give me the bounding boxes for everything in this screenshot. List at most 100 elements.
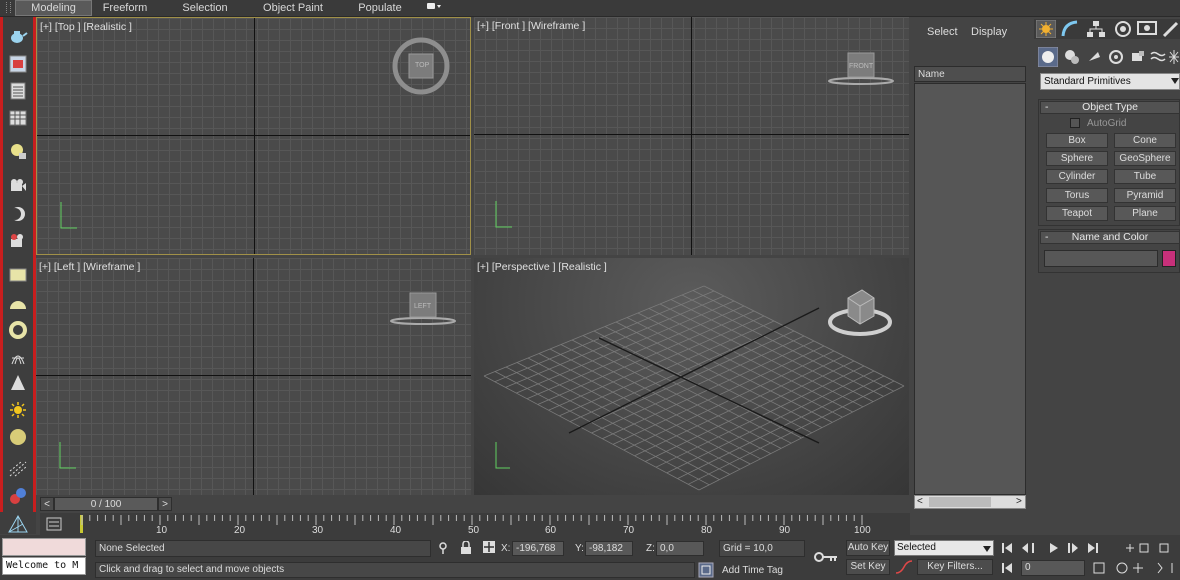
image-icon[interactable] (7, 53, 28, 74)
track-view-icon[interactable] (46, 517, 62, 531)
tab-freeform[interactable]: Freeform (95, 1, 155, 15)
explorer-scrollbar[interactable]: < > (914, 495, 1026, 509)
object-type-header[interactable]: - Object Type (1040, 101, 1180, 114)
tube-button[interactable]: Tube (1114, 169, 1176, 184)
scroll-thumb[interactable] (929, 497, 991, 507)
camera-icon[interactable] (7, 175, 28, 196)
time-prev-icon[interactable]: < (40, 497, 54, 511)
viewport-top[interactable]: [+] [Top ] [Realistic ] TOP (36, 17, 471, 255)
video-camera-icon[interactable] (7, 230, 28, 251)
playback-controls[interactable] (1000, 541, 1180, 555)
systems-icon[interactable] (1168, 49, 1180, 65)
viewport-left-label[interactable]: [+] [Left ] [Wireframe ] (39, 261, 140, 273)
time-next-icon[interactable]: > (158, 497, 172, 511)
sun-icon[interactable] (7, 399, 28, 420)
time-slider[interactable]: < 0 / 100 > (40, 495, 910, 513)
cylinder-button[interactable]: Cylinder (1046, 169, 1108, 184)
table-icon[interactable] (7, 107, 28, 128)
key-filters-button[interactable]: Key Filters... (917, 559, 993, 575)
auto-key-button[interactable]: Auto Key (846, 540, 890, 556)
object-name-input[interactable] (1044, 250, 1158, 267)
material-sphere-icon[interactable] (7, 485, 28, 506)
ribbon-grip[interactable] (6, 2, 11, 13)
scroll-left-icon[interactable]: < (917, 496, 923, 507)
y-coordinate-field[interactable]: -98,182 (585, 541, 633, 556)
pyramid-button[interactable]: Pyramid (1114, 188, 1176, 203)
hemisphere-icon[interactable] (7, 292, 28, 313)
explorer-tab-select[interactable]: Select (927, 26, 958, 38)
maxscript-mini-listener[interactable] (2, 538, 86, 556)
key-mode-dropdown[interactable]: Selected (894, 540, 994, 556)
helper-icon[interactable] (7, 513, 28, 534)
cone-icon[interactable] (7, 372, 28, 393)
track-bar[interactable]: 10 20 30 40 50 60 70 80 90 100 (40, 513, 910, 536)
utilities-tab-icon[interactable] (1161, 20, 1180, 38)
viewport-navigation-controls[interactable] (1092, 560, 1180, 576)
teapot-button[interactable]: Teapot (1046, 206, 1108, 221)
viewport-left[interactable]: [+] [Left ] [Wireframe ] LEFT (36, 258, 471, 495)
cone-button[interactable]: Cone (1114, 133, 1176, 148)
isolate-icon[interactable] (438, 541, 448, 555)
box-button[interactable]: Box (1046, 133, 1108, 148)
helpers-icon[interactable] (1130, 49, 1146, 65)
torus-icon[interactable] (7, 319, 28, 340)
cage-icon[interactable] (7, 346, 28, 367)
explorer-name-header[interactable]: Name (914, 66, 1026, 82)
document-icon[interactable] (7, 80, 28, 101)
transform-mode-icon[interactable] (482, 540, 496, 554)
display-tab-icon[interactable] (1137, 20, 1157, 38)
autogrid-checkbox[interactable] (1070, 118, 1080, 128)
collapse-icon: - (1045, 101, 1049, 113)
plane-button[interactable]: Plane (1114, 206, 1176, 221)
z-coordinate-field[interactable]: 0,0 (656, 541, 704, 556)
selection-status: None Selected (95, 540, 431, 557)
lights-icon[interactable] (1086, 49, 1102, 65)
ribbon-options-icon[interactable] (424, 1, 444, 15)
viewport-top-label[interactable]: [+] [Top ] [Realistic ] (40, 21, 132, 33)
space-warps-icon[interactable] (1150, 49, 1166, 65)
lock-icon[interactable] (460, 541, 472, 555)
name-color-header[interactable]: - Name and Color (1040, 231, 1180, 244)
plane-object-icon[interactable] (7, 264, 28, 285)
object-color-swatch[interactable] (1162, 250, 1176, 267)
x-coordinate-field[interactable]: -196,768 (512, 541, 564, 556)
explorer-tab-display[interactable]: Display (971, 26, 1007, 38)
autogrid-label: AutoGrid (1087, 118, 1127, 129)
teapot-icon[interactable] (7, 25, 28, 46)
category-dropdown[interactable]: Standard Primitives (1040, 73, 1180, 90)
time-tag-icon[interactable] (698, 562, 714, 578)
cameras-icon[interactable] (1108, 49, 1124, 65)
particles-icon[interactable] (7, 458, 28, 479)
geosphere-button[interactable]: GeoSphere (1114, 151, 1176, 166)
tab-modeling[interactable]: Modeling (15, 0, 92, 16)
add-time-tag-button[interactable]: Add Time Tag (722, 565, 783, 576)
modify-tab-icon[interactable] (1060, 20, 1080, 38)
hierarchy-tab-icon[interactable] (1086, 20, 1106, 38)
axis-tripod-icon (495, 442, 510, 469)
sphere-button[interactable]: Sphere (1046, 151, 1108, 166)
moon-icon[interactable] (7, 203, 28, 224)
shapes-icon[interactable] (1064, 49, 1080, 65)
viewport-front-label[interactable]: [+] [Front ] [Wireframe ] (477, 20, 585, 32)
viewcube-perspective[interactable] (826, 286, 896, 342)
geometry-icon[interactable] (1038, 47, 1058, 67)
sphere-icon[interactable] (7, 426, 28, 447)
set-keys-key-icon[interactable] (813, 549, 839, 565)
light-bulb-icon[interactable] (7, 141, 28, 162)
maxscript-output[interactable]: Welcome to M (2, 557, 86, 575)
tangent-curve-icon[interactable] (895, 559, 913, 575)
create-tab-icon[interactable] (1036, 20, 1056, 38)
current-frame-field[interactable]: 0 (1021, 560, 1085, 576)
time-slider-thumb[interactable]: 0 / 100 (54, 497, 158, 511)
motion-tab-icon[interactable] (1113, 20, 1133, 38)
scroll-right-icon[interactable]: > (1016, 496, 1022, 507)
explorer-list[interactable] (914, 83, 1026, 495)
tab-selection[interactable]: Selection (176, 1, 234, 15)
torus-button[interactable]: Torus (1046, 188, 1108, 203)
viewport-perspective[interactable]: [+] [Perspective ] [Realistic ] (474, 258, 909, 495)
key-mode-toggle-icon[interactable] (1000, 561, 1020, 575)
set-key-button[interactable]: Set Key (846, 559, 890, 575)
tab-object-paint[interactable]: Object Paint (258, 1, 328, 15)
tab-populate[interactable]: Populate (352, 1, 408, 15)
viewport-front[interactable]: [+] [Front ] [Wireframe ] FRONT (474, 17, 909, 255)
